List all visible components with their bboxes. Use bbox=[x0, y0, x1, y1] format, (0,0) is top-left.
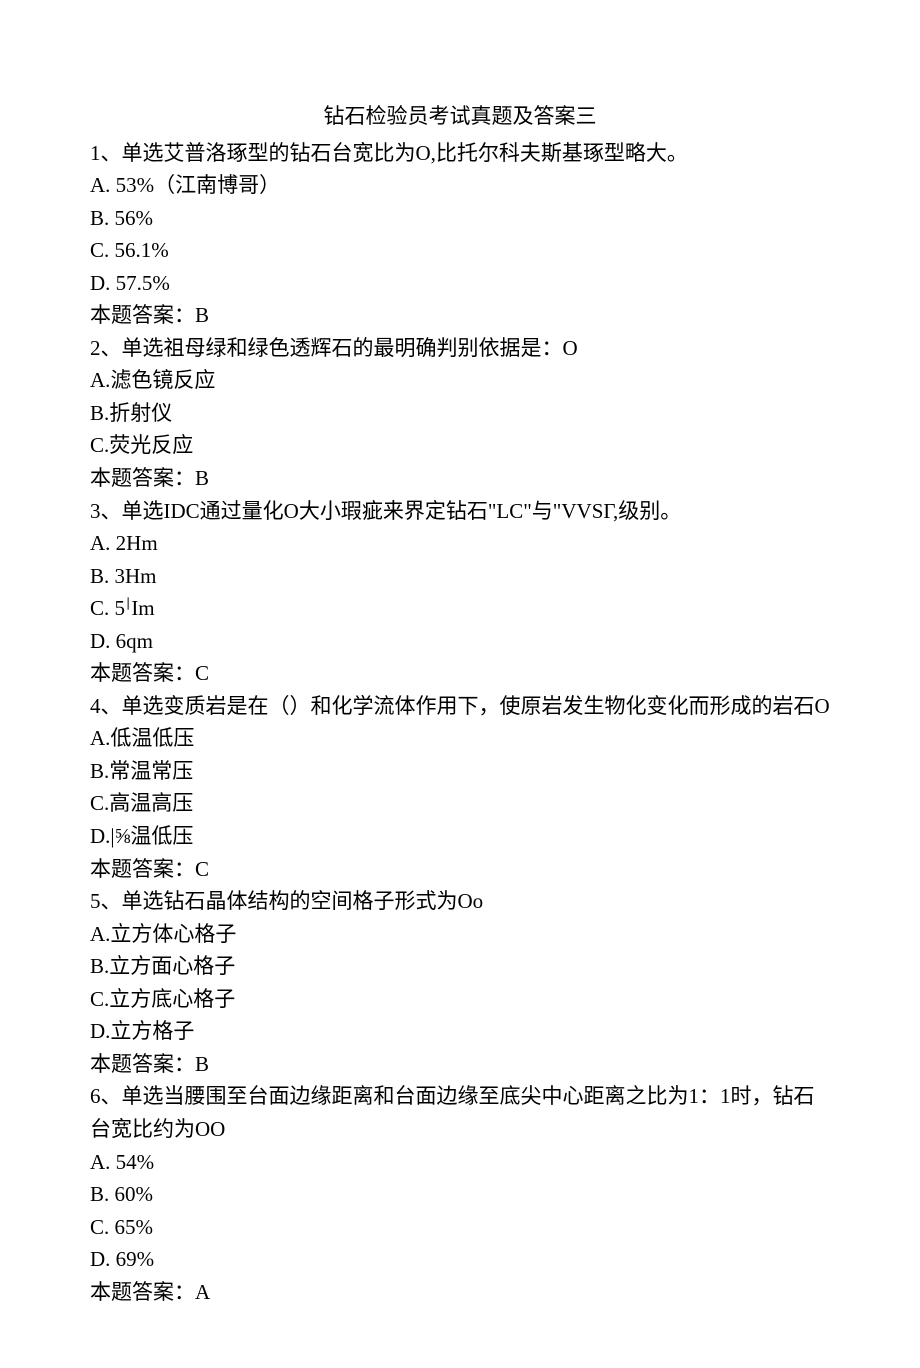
question-block: 5、单选钻石晶体结构的空间格子形式为Oo A.立方体心格子 B.立方面心格子 C… bbox=[90, 885, 830, 1080]
option-b: B. 3Hm bbox=[90, 560, 830, 593]
answer-line: 本题答案：A bbox=[90, 1276, 830, 1309]
question-stem: 2、单选祖母绿和绿色透辉石的最明确判别依据是：O bbox=[90, 332, 830, 365]
option-c: C. 56.1% bbox=[90, 234, 830, 267]
option-a: A. 2Hm bbox=[90, 527, 830, 560]
option-a: A.滤色镜反应 bbox=[90, 364, 830, 397]
answer-line: 本题答案：C bbox=[90, 657, 830, 690]
option-c: C. 65% bbox=[90, 1211, 830, 1244]
question-block: 1、单选艾普洛琢型的钻石台宽比为O,比托尔科夫斯基琢型略大。 A. 53%（江南… bbox=[90, 137, 830, 332]
option-b: B.常温常压 bbox=[90, 755, 830, 788]
option-a: A. 53%（江南博哥） bbox=[90, 169, 830, 202]
answer-line: 本题答案：B bbox=[90, 299, 830, 332]
question-stem: 4、单选变质岩是在（）和化学流体作用下，使原岩发生物化变化而形成的岩石O bbox=[90, 690, 830, 723]
option-b: B.立方面心格子 bbox=[90, 950, 830, 983]
answer-line: 本题答案：B bbox=[90, 462, 830, 495]
question-block: 3、单选IDC通过量化O大小瑕疵来界定钻石"LC"与"VVSΓ,级别。 A. 2… bbox=[90, 495, 830, 690]
answer-line: 本题答案：B bbox=[90, 1048, 830, 1081]
option-d: D.|⅝温低压 bbox=[90, 820, 830, 853]
answer-line: 本题答案：C bbox=[90, 853, 830, 886]
option-b: B. 60% bbox=[90, 1178, 830, 1211]
option-d: D. 6qm bbox=[90, 625, 830, 658]
option-d: D.立方格子 bbox=[90, 1015, 830, 1048]
option-c: C.高温高压 bbox=[90, 787, 830, 820]
option-c: C. 5∣Im bbox=[90, 592, 830, 625]
question-stem: 6、单选当腰围至台面边缘距离和台面边缘至底尖中心距离之比为1：1时，钻石台宽比约… bbox=[90, 1080, 830, 1145]
question-block: 6、单选当腰围至台面边缘距离和台面边缘至底尖中心距离之比为1：1时，钻石台宽比约… bbox=[90, 1080, 830, 1308]
question-stem: 3、单选IDC通过量化O大小瑕疵来界定钻石"LC"与"VVSΓ,级别。 bbox=[90, 495, 830, 528]
option-a: A. 54% bbox=[90, 1146, 830, 1179]
option-b: B.折射仪 bbox=[90, 397, 830, 430]
option-a: A.低温低压 bbox=[90, 722, 830, 755]
page-title: 钻石检验员考试真题及答案三 bbox=[90, 100, 830, 133]
option-c: C.立方底心格子 bbox=[90, 983, 830, 1016]
question-stem: 5、单选钻石晶体结构的空间格子形式为Oo bbox=[90, 885, 830, 918]
question-stem: 1、单选艾普洛琢型的钻石台宽比为O,比托尔科夫斯基琢型略大。 bbox=[90, 137, 830, 170]
option-c: C.荧光反应 bbox=[90, 429, 830, 462]
option-a: A.立方体心格子 bbox=[90, 918, 830, 951]
option-d: D. 57.5% bbox=[90, 267, 830, 300]
option-b: B. 56% bbox=[90, 202, 830, 235]
document-page: 钻石检验员考试真题及答案三 1、单选艾普洛琢型的钻石台宽比为O,比托尔科夫斯基琢… bbox=[0, 0, 920, 1368]
option-d: D. 69% bbox=[90, 1243, 830, 1276]
question-block: 2、单选祖母绿和绿色透辉石的最明确判别依据是：O A.滤色镜反应 B.折射仪 C… bbox=[90, 332, 830, 495]
question-block: 4、单选变质岩是在（）和化学流体作用下，使原岩发生物化变化而形成的岩石O A.低… bbox=[90, 690, 830, 885]
